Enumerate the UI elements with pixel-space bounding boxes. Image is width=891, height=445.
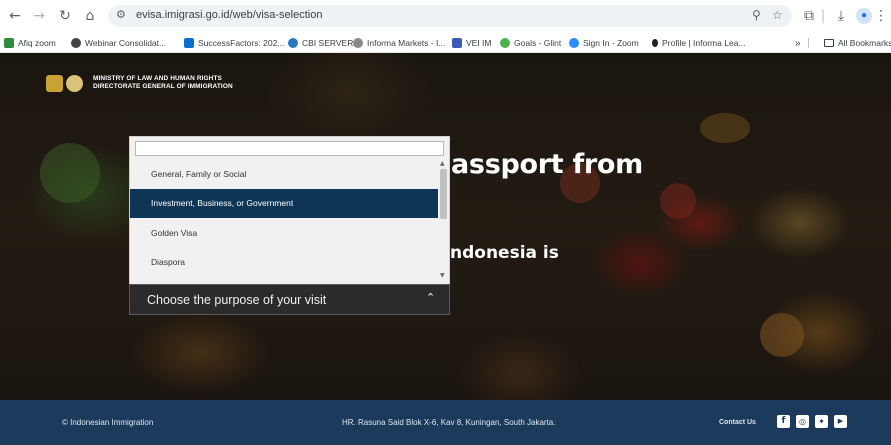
option-general-family-social[interactable]: General, Family or Social xyxy=(130,160,438,189)
dropdown-scrollbar[interactable]: ▲ ▼ xyxy=(438,160,449,282)
dropdown-search-input[interactable] xyxy=(135,141,444,156)
ministry-line: MINISTRY OF LAW AND HUMAN RIGHTS xyxy=(93,75,222,82)
bookmark-label: Sign In - Zoom xyxy=(583,38,639,48)
bookmark-item[interactable]: CBI SERVER xyxy=(288,36,353,50)
extensions-icon[interactable]: ⧉ xyxy=(800,7,818,25)
chevron-up-icon: ⌃ xyxy=(426,291,436,304)
forward-arrow-icon[interactable]: → xyxy=(30,7,48,25)
bookmark-item[interactable]: Profile | Informa Lea... xyxy=(652,36,745,50)
hero-heading-line1: assport from xyxy=(451,149,644,180)
bookmark-item[interactable]: Afiq zoom xyxy=(4,36,56,50)
home-icon[interactable]: ⌂ xyxy=(81,7,99,25)
back-arrow-icon[interactable]: ← xyxy=(6,7,24,25)
bookmarks-overflow-button[interactable]: » xyxy=(795,36,801,50)
bookmark-item[interactable]: Informa Markets - I... xyxy=(353,36,445,50)
bookmarks-divider xyxy=(808,38,809,48)
footer-copyright: © Indonesian Immigration xyxy=(62,418,154,427)
scrollbar-thumb[interactable] xyxy=(440,169,447,219)
garuda-emblem-icon xyxy=(46,75,63,92)
ministry-title: MINISTRY OF LAW AND HUMAN RIGHTS DIRECTO… xyxy=(93,75,233,91)
bookmark-label: Profile | Informa Lea... xyxy=(662,38,746,48)
dropdown-options-list: General, Family or Social Investment, Bu… xyxy=(130,160,438,282)
bookmark-item[interactable]: SuccessFactors: 202... xyxy=(184,36,284,50)
bookmark-favicon-icon xyxy=(288,38,298,48)
reload-icon[interactable]: ↻ xyxy=(56,7,74,25)
all-bookmarks-label: All Bookmarks xyxy=(838,38,891,48)
option-diaspora[interactable]: Diaspora xyxy=(130,248,438,277)
bookmark-favicon-icon xyxy=(71,38,81,48)
scroll-up-icon[interactable]: ▲ xyxy=(440,160,445,167)
bookmark-favicon-icon xyxy=(500,38,510,48)
bookmark-label: Informa Markets - I... xyxy=(367,38,446,48)
profile-avatar[interactable]: ● xyxy=(856,8,872,24)
visit-purpose-placeholder: Choose the purpose of your visit xyxy=(147,293,327,307)
bookmarks-bar: Afiq zoom Webinar Consolidat... SuccessF… xyxy=(0,32,891,53)
immigration-logo[interactable] xyxy=(46,75,86,93)
instagram-icon[interactable]: ◎ xyxy=(796,415,809,428)
browser-toolbar: ← → ↻ ⌂ ⚙ evisa.imigrasi.go.id/web/visa-… xyxy=(0,0,891,32)
bookmark-star-icon[interactable]: ☆ xyxy=(772,8,783,22)
bookmark-label: Goals - Glint xyxy=(514,38,562,48)
bookmark-favicon-icon xyxy=(4,38,14,48)
downloads-icon[interactable]: ⤓ xyxy=(832,7,850,25)
option-investment-business-government[interactable]: Investment, Business, or Government xyxy=(130,189,438,218)
bookmark-favicon-icon xyxy=(569,38,579,48)
folder-icon xyxy=(824,39,834,47)
bookmark-favicon-icon xyxy=(452,38,462,48)
visit-purpose-select[interactable]: Choose the purpose of your visit ⌃ xyxy=(129,284,450,315)
site-info-icon[interactable]: ⚙ xyxy=(116,8,126,21)
youtube-icon[interactable]: ▶ xyxy=(834,415,847,428)
address-bar[interactable]: ⚙ evisa.imigrasi.go.id/web/visa-selectio… xyxy=(108,5,792,27)
visit-purpose-dropdown: General, Family or Social Investment, Bu… xyxy=(129,136,450,315)
hero-heading-line2: ndonesia is xyxy=(450,243,559,263)
contact-us-link[interactable]: Contact Us xyxy=(719,419,756,426)
site-footer: © Indonesian Immigration HR. Rasuna Said… xyxy=(0,400,891,445)
browser-chrome: ← → ↻ ⌂ ⚙ evisa.imigrasi.go.id/web/visa-… xyxy=(0,0,891,53)
bookmark-item[interactable]: Sign In - Zoom xyxy=(569,36,639,50)
directorate-line: DIRECTORATE GENERAL OF IMMIGRATION xyxy=(93,83,233,90)
bookmark-label: Webinar Consolidat... xyxy=(85,38,167,48)
facebook-icon[interactable]: f xyxy=(777,415,790,428)
zoom-icon[interactable]: ⚲ xyxy=(752,8,761,22)
bookmark-item[interactable]: Webinar Consolidat... xyxy=(71,36,166,50)
bookmark-item[interactable]: VEI IM xyxy=(452,36,492,50)
bookmark-label: VEI IM xyxy=(466,38,492,48)
immigration-emblem-icon xyxy=(66,75,83,92)
option-golden-visa[interactable]: Golden Visa xyxy=(130,219,438,248)
overflow-label: » xyxy=(795,37,801,49)
all-bookmarks-button[interactable]: All Bookmarks xyxy=(824,36,891,50)
bookmark-favicon-icon xyxy=(652,39,658,47)
bookmark-label: Afiq zoom xyxy=(18,38,56,48)
url-text: evisa.imigrasi.go.id/web/visa-selection xyxy=(136,9,323,21)
twitter-icon[interactable]: ✦ xyxy=(815,415,828,428)
page-content: MINISTRY OF LAW AND HUMAN RIGHTS DIRECTO… xyxy=(0,53,891,400)
bookmark-label: SuccessFactors: 202... xyxy=(198,38,285,48)
toolbar-divider: | xyxy=(820,8,826,24)
bookmark-favicon-icon xyxy=(353,38,363,48)
bookmark-item[interactable]: Goals - Glint xyxy=(500,36,561,50)
bookmark-favicon-icon xyxy=(184,38,194,48)
bookmark-label: CBI SERVER xyxy=(302,38,354,48)
menu-icon[interactable]: ⋮ xyxy=(874,7,888,25)
scroll-down-icon[interactable]: ▼ xyxy=(440,272,445,279)
footer-address: HR. Rasuna Said Blok X-6, Kav 8, Kuninga… xyxy=(342,418,556,427)
